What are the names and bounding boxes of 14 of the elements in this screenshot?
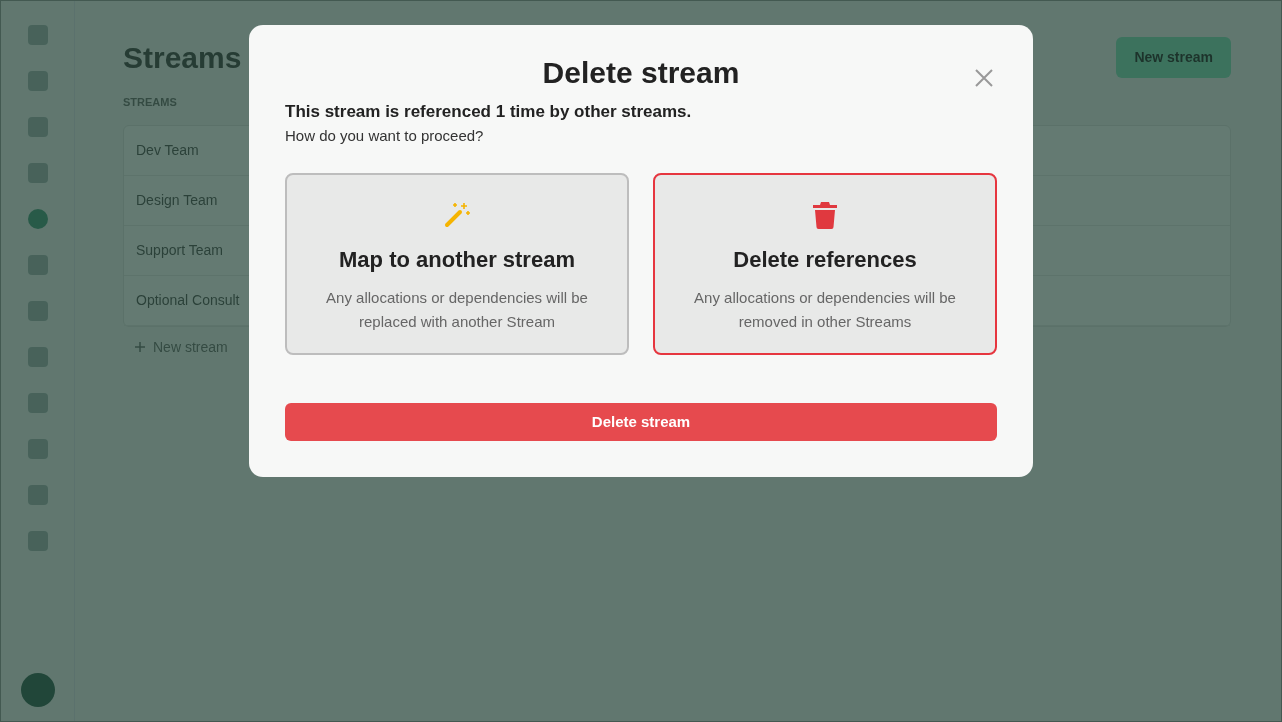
option-title: Map to another stream <box>339 246 575 274</box>
trash-icon <box>812 201 838 229</box>
dialog-question: How do you want to proceed? <box>285 125 485 146</box>
magic-wand-icon <box>443 201 471 229</box>
option-title: Delete references <box>733 246 917 274</box>
close-icon <box>975 69 993 87</box>
dialog-message: This stream is referenced 1 time by other streams. <box>285 101 693 123</box>
delete-stream-button[interactable]: Delete stream <box>285 403 997 441</box>
option-description: Any allocations or dependencies will be replaced with another Stream <box>325 288 589 332</box>
page-title: Streams <box>123 40 242 76</box>
dialog-title: Delete stream <box>542 55 740 91</box>
option-card[interactable]: Delete references Any allocations or dependencies will be removed in other Streams <box>653 173 997 355</box>
option-card[interactable]: Map to another stream Any allocations or dependencies will be replaced with another Stream <box>285 173 629 355</box>
option-description: Any allocations or dependencies will be removed in other Streams <box>693 288 957 332</box>
